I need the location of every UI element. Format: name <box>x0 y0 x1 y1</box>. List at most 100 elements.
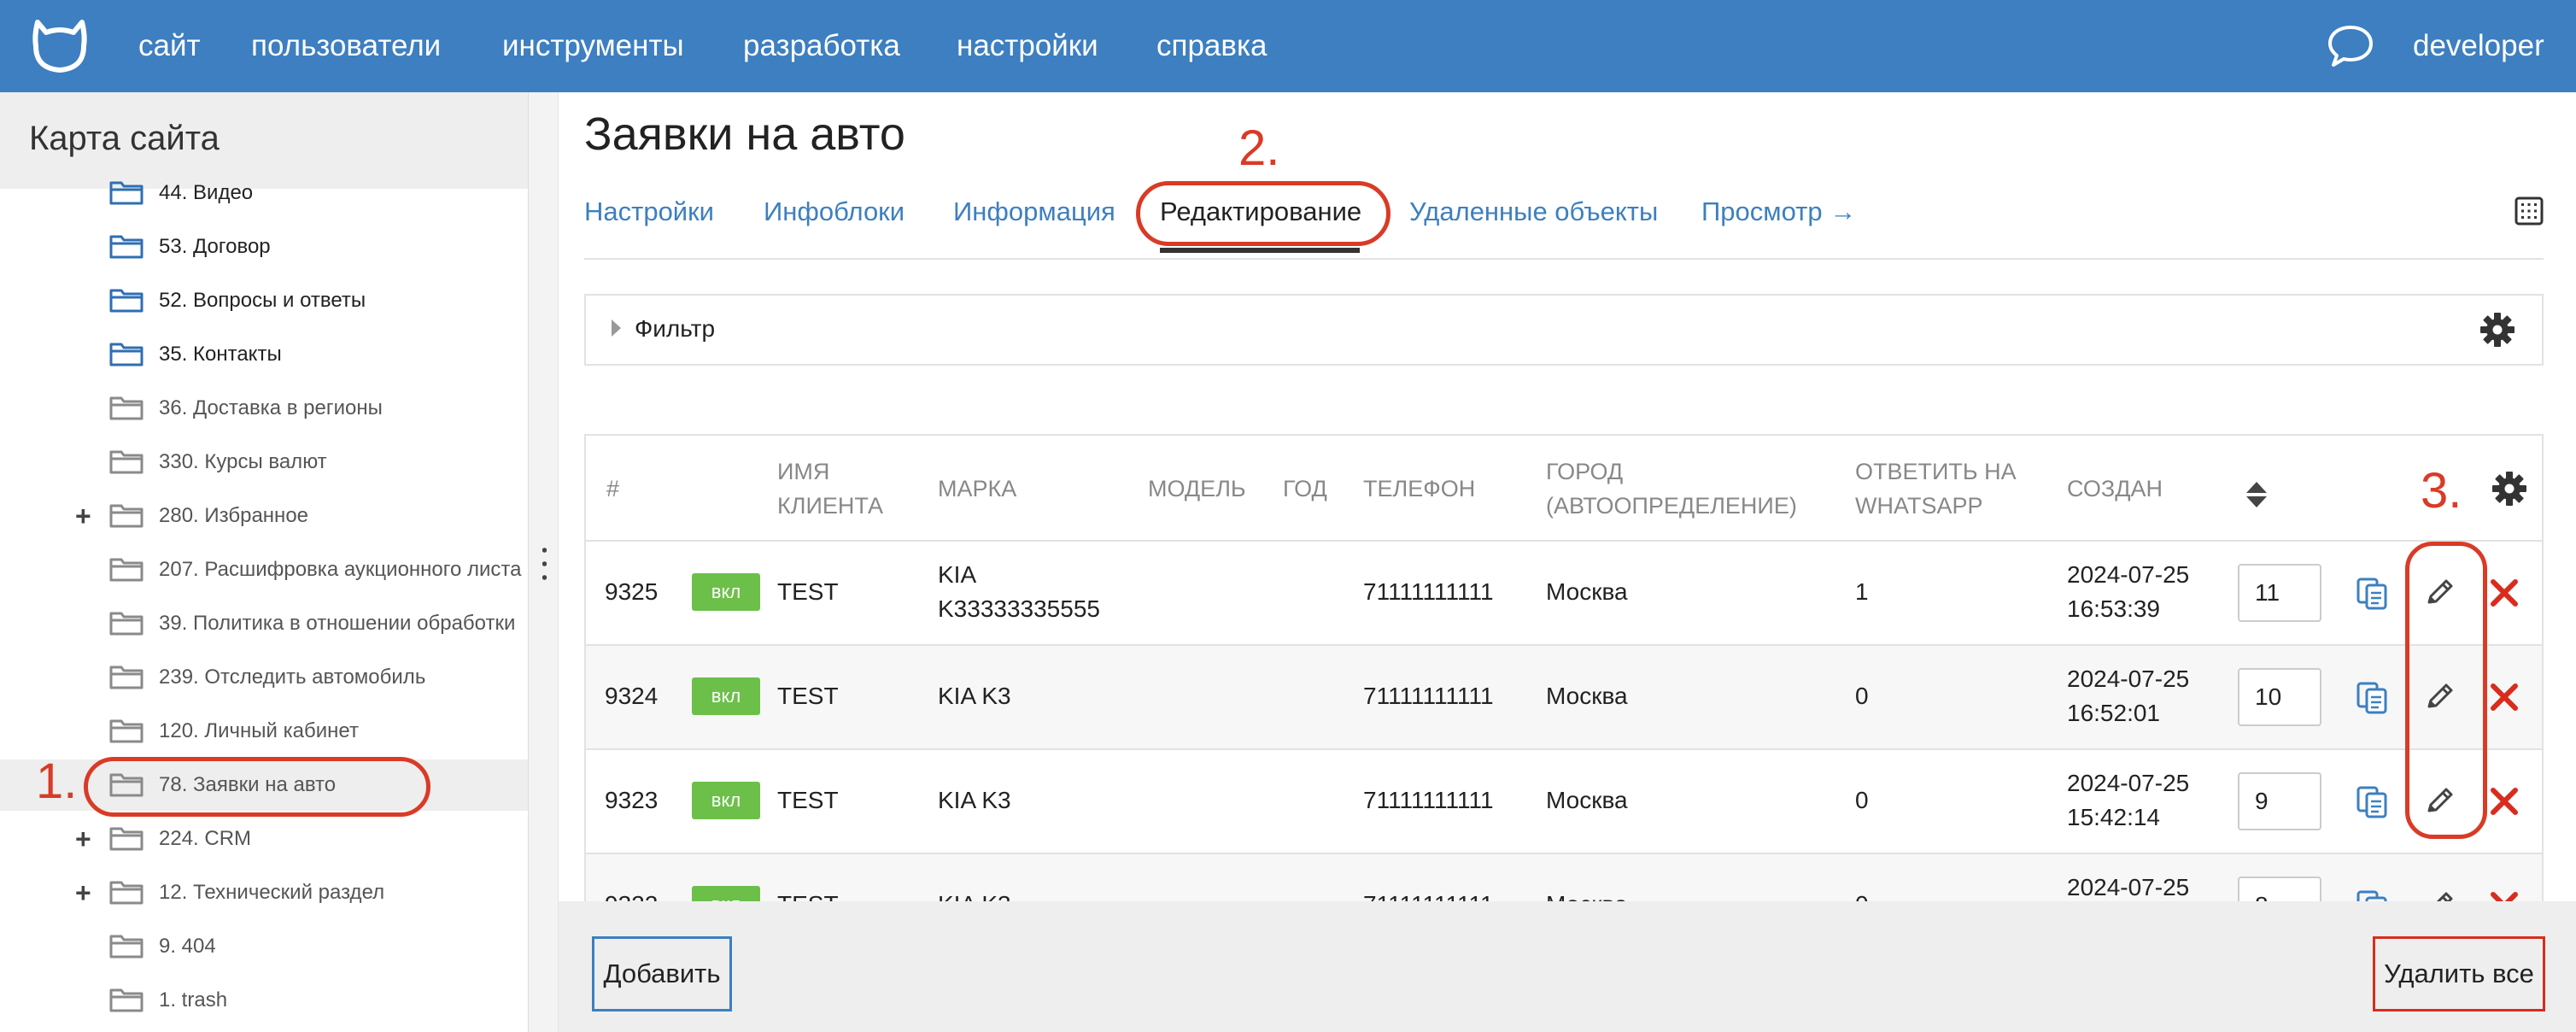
user-menu[interactable]: developer <box>2413 25 2544 67</box>
delete-x-icon[interactable] <box>2487 680 2521 714</box>
sidebar-item[interactable]: 330. Курсы валют <box>0 437 528 488</box>
sort-icon[interactable] <box>2245 480 2269 509</box>
delete-x-icon[interactable] <box>2487 576 2521 610</box>
col-whatsapp[interactable]: Ответить на <box>1855 454 2017 489</box>
tab-information[interactable]: Информация <box>953 193 1115 231</box>
folder-icon <box>109 612 143 636</box>
sidebar-item[interactable]: 1. trash <box>0 975 528 1026</box>
sidebar-item[interactable]: 35. Контакты <box>0 329 528 380</box>
sidebar-item-label: 224. CRM <box>159 827 252 850</box>
sidebar-item[interactable]: 36. Доставка в регионы <box>0 383 528 434</box>
tab-deleted-objects[interactable]: Удаленные объекты <box>1409 193 1658 231</box>
col-phone[interactable]: Телефон <box>1363 472 1475 506</box>
sidebar-item[interactable]: 53. Договор <box>0 221 528 273</box>
table-row[interactable]: 9323 вкл TEST KIA K3 71111111111 Москва 0 2024-… <box>586 748 2542 853</box>
table-settings-gear-icon[interactable] <box>2491 470 2528 507</box>
sidebar-item-label: 330. Курсы валют <box>159 450 327 473</box>
cell-id: 9324 <box>605 683 659 709</box>
col-model[interactable]: Модель <box>1148 472 1246 506</box>
copy-icon[interactable] <box>2356 889 2390 901</box>
sidebar-item-label: 9. 404 <box>159 935 216 958</box>
order-input[interactable]: 10 <box>2238 668 2321 726</box>
sidebar-resize-handle[interactable] <box>528 92 559 1032</box>
col-whatsapp-line2[interactable]: WhatsApp <box>1855 489 1983 523</box>
expand-plus-icon[interactable]: + <box>75 822 91 856</box>
order-input[interactable]: 11 <box>2238 564 2321 622</box>
sidebar-item[interactable]: +224. CRM <box>0 813 528 865</box>
site-map-sidebar: Карта сайта 44. Видео 53. Договор 52. Вопр… <box>0 92 528 1032</box>
status-badge[interactable]: вкл <box>692 782 760 819</box>
col-city-line2[interactable]: (автоопределение) <box>1546 489 1797 523</box>
status-badge[interactable]: вкл <box>692 677 760 715</box>
cell-client: TEST <box>777 787 839 813</box>
status-badge[interactable]: вкл <box>692 573 760 611</box>
tab-infoblocks[interactable]: Инфоблоки <box>764 193 905 231</box>
copy-icon[interactable] <box>2356 785 2390 819</box>
table-row[interactable]: 9324 вкл TEST KIA K3 71111111111 Москва 0 2024-… <box>586 644 2542 748</box>
col-year[interactable]: Год <box>1283 472 1327 506</box>
sidebar-item[interactable]: 9. 404 <box>0 921 528 972</box>
add-button[interactable]: Добавить <box>592 936 732 1011</box>
cell-phone: 71111111111 <box>1363 683 1494 709</box>
cell-created-time: 16:52:01 <box>2067 700 2160 726</box>
sidebar-item[interactable]: 39. Политика в отношении обработки <box>0 598 528 649</box>
nav-settings[interactable]: настройки <box>957 25 1098 67</box>
filter-toggle[interactable]: Фильтр <box>635 313 715 345</box>
nav-development[interactable]: разработка <box>743 25 900 67</box>
sidebar-item[interactable]: +12. Технический раздел <box>0 867 528 918</box>
annotation-step-2: 2. <box>1238 120 1280 176</box>
cat-logo-icon[interactable] <box>29 17 91 75</box>
expand-plus-icon[interactable]: + <box>75 499 91 533</box>
sidebar-item[interactable]: 52. Вопросы и ответы <box>0 275 528 326</box>
delete-all-button[interactable]: Удалить все <box>2373 936 2545 1011</box>
order-input[interactable]: 9 <box>2238 772 2321 830</box>
col-client-name-line2[interactable]: клиента <box>777 489 883 523</box>
filter-settings-gear-icon[interactable] <box>2479 311 2516 349</box>
folder-icon <box>109 289 143 313</box>
col-created[interactable]: Создан <box>2067 472 2163 506</box>
copy-icon[interactable] <box>2356 681 2390 715</box>
sidebar-item[interactable]: +280. Избранное <box>0 490 528 542</box>
nav-site[interactable]: сайт <box>138 25 201 67</box>
sidebar-item[interactable]: 207. Расшифровка аукционного листа <box>0 544 528 595</box>
annotation-ring-editing-tab <box>1136 181 1390 246</box>
copy-icon[interactable] <box>2356 577 2390 611</box>
col-client-name[interactable]: Имя <box>777 454 829 489</box>
tab-view[interactable]: Просмотр → <box>1701 193 1856 231</box>
cell-city: Москва <box>1546 578 1628 605</box>
folder-icon <box>109 988 143 1012</box>
sidebar-item[interactable]: 44. Видео <box>0 167 528 219</box>
sidebar-item-label: 1. trash <box>159 988 228 1011</box>
nav-tools[interactable]: инструменты <box>502 25 684 67</box>
col-city[interactable]: Город <box>1546 454 1623 489</box>
cell-created-time: 16:53:39 <box>2067 595 2160 622</box>
col-id[interactable]: # <box>606 472 619 506</box>
status-badge[interactable]: вкл <box>692 886 760 901</box>
delete-x-icon[interactable] <box>2487 888 2521 901</box>
folder-icon <box>109 827 143 851</box>
sidebar-item[interactable]: 120. Личный кабинет <box>0 706 528 757</box>
delete-x-icon[interactable] <box>2487 784 2521 818</box>
expand-plus-icon[interactable]: + <box>75 876 91 910</box>
table-row[interactable]: 9322 вкл TEST KIA K3 71111111111 Москва 0 2024-… <box>586 853 2542 901</box>
requests-table: # Имя клиента Марка Модель Год Телефон Г… <box>584 434 2544 901</box>
edit-pencil-icon[interactable] <box>2422 888 2456 901</box>
tab-settings[interactable]: Настройки <box>584 193 714 231</box>
top-navigation-bar: сайт пользователи инструменты разработка… <box>0 0 2576 92</box>
cell-whatsapp: 0 <box>1855 888 1869 901</box>
sidebar-item[interactable]: 239. Отследить автомобиль <box>0 652 528 703</box>
sidebar-item-label: 52. Вопросы и ответы <box>159 289 366 312</box>
expand-caret-icon[interactable] <box>612 320 621 337</box>
drag-grip-icon[interactable] <box>542 543 547 584</box>
cell-whatsapp: 0 <box>1855 683 1869 709</box>
nav-users[interactable]: пользователи <box>251 25 441 67</box>
order-input[interactable]: 8 <box>2238 877 2321 901</box>
filter-panel[interactable]: Фильтр <box>584 294 2544 366</box>
col-brand[interactable]: Марка <box>938 472 1016 506</box>
nav-help[interactable]: справка <box>1156 25 1268 67</box>
chat-bubble-icon[interactable] <box>2327 22 2374 70</box>
annotation-step-1: 1. <box>36 753 78 809</box>
grid-layout-icon[interactable] <box>2515 196 2544 226</box>
table-row[interactable]: 9325 вкл TEST KIA K33333335555 71111111111 Мос… <box>586 540 2542 644</box>
sidebar-item-label: 120. Личный кабинет <box>159 719 359 742</box>
